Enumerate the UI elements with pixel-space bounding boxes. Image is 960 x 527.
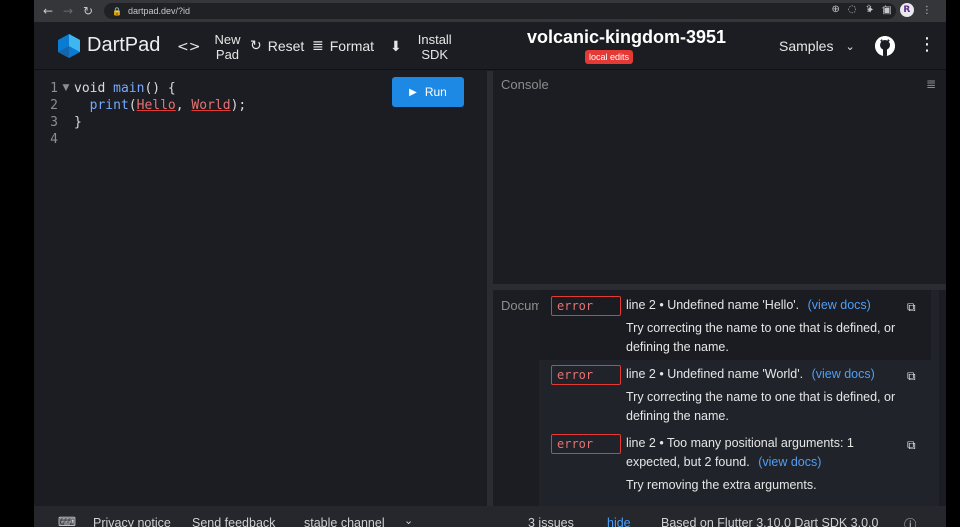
copy-icon[interactable]: ⧉ [907,369,916,384]
view-docs-link[interactable]: (view docs) [812,367,875,381]
sdk-version: Based on Flutter 3.10.0 Dart SDK 3.0.0 [661,516,879,527]
lock-icon: 🔒 [112,6,122,16]
view-docs-link[interactable]: (view docs) [808,298,871,312]
issue-message: line 2 • Undefined name 'World'. [626,367,804,381]
keyboard-icon[interactable]: ⌨ [58,514,76,527]
issue-correction: Try removing the extra arguments. [626,478,817,492]
refresh-icon: ↻ [250,38,262,54]
app-window: ← → ↻ 🔒 dartpad.dev/?id ⊕ ◌ ⇪ ☆ ✦ ▣ R ⋮ … [34,0,946,527]
forward-arrow-icon[interactable]: → [58,4,78,18]
code-line: 1 ▼ void main() { [50,81,176,98]
install-sdk-button[interactable]: ⬇ Install SDK [390,32,452,62]
hide-issues-link[interactable]: hide [607,516,631,527]
run-button[interactable]: ▶ Run [392,77,464,107]
channel-dropdown[interactable]: stable channel [304,516,385,527]
issue-item[interactable]: error line 2 • Undefined name 'World'. (… [539,362,931,430]
feedback-link[interactable]: Send feedback [192,516,275,527]
chevron-down-icon: ⌄ [845,39,855,53]
fold-arrow-icon[interactable]: ▼ [58,81,74,98]
issue-item[interactable]: error line 2 • Undefined name 'Hello'. (… [539,290,931,360]
app-header: DartPad <> New Pad ↻ Reset ≣ Format ⬇ In… [34,22,946,70]
code-line: 3 } [50,115,82,130]
privacy-link[interactable]: Privacy notice [93,516,171,527]
profile-avatar[interactable]: R [899,3,914,17]
console-panel: Console ≣ [493,71,946,284]
issue-correction: Try correcting the name to one that is d… [626,321,896,354]
extensions-icon[interactable]: ✦ [866,5,874,16]
issue-correction: Try correcting the name to one that is d… [626,390,896,423]
github-icon[interactable] [875,36,895,56]
address-bar[interactable]: 🔒 dartpad.dev/?id ⊕ ◌ ⇪ ☆ [104,3,896,19]
browser-toolbar: ← → ↻ 🔒 dartpad.dev/?id ⊕ ◌ ⇪ ☆ ✦ ▣ R ⋮ [34,0,946,22]
reset-button[interactable]: ↻ Reset [250,38,304,54]
dart-logo-icon [58,34,80,58]
play-icon: ▶ [409,86,417,98]
chevron-down-icon[interactable]: ⌄ [404,514,413,527]
samples-dropdown[interactable]: Samples ⌄ [779,38,855,54]
download-icon: ⬇ [390,39,402,55]
console-label: Console [501,77,549,92]
code-line: 2 print(Hello, World); [50,98,247,113]
reload-icon[interactable]: ↻ [78,4,98,18]
issues-panel: error line 2 • Undefined name 'Hello'. (… [539,290,939,506]
info-icon[interactable]: ⓘ [904,514,917,527]
zoom-icon[interactable]: ⊕ [832,4,840,15]
status-bar: ⌨ Privacy notice Send feedback stable ch… [34,506,946,527]
view-docs-link[interactable]: (view docs) [758,455,821,469]
eye-off-icon[interactable]: ◌ [848,4,857,15]
back-arrow-icon[interactable]: ← [38,4,58,18]
issue-message: line 2 • Undefined name 'Hello'. [626,298,800,312]
error-chip: error [551,296,621,316]
app-brand: DartPad [87,34,161,56]
format-button[interactable]: ≣ Format [312,38,374,54]
copy-icon[interactable]: ⧉ [907,300,916,315]
sidebar-icon[interactable]: ▣ [882,5,891,16]
issue-item[interactable]: error line 2 • Too many positional argum… [539,431,931,501]
code-editor[interactable]: 1 ▼ void main() { 2 print(Hello, World);… [34,71,487,506]
format-lines-icon: ≣ [312,38,324,54]
code-brackets-icon: <> [177,39,201,55]
error-chip: error [551,434,621,454]
url-text: dartpad.dev/?id [127,6,191,16]
local-edits-badge: local edits [585,50,634,64]
issues-count: 3 issues [528,516,574,527]
pad-title[interactable]: volcanic-kingdom-3951 [527,27,726,48]
browser-menu-icon[interactable]: ⋮ [922,5,932,16]
error-chip: error [551,365,621,385]
new-pad-button[interactable]: <> New Pad [177,32,240,62]
copy-icon[interactable]: ⧉ [907,438,916,453]
clear-console-icon[interactable]: ≣ [926,77,936,91]
docs-label: Docum [501,298,543,313]
more-vert-icon[interactable]: ⋮ [918,36,936,54]
code-line: 4 [50,132,58,147]
